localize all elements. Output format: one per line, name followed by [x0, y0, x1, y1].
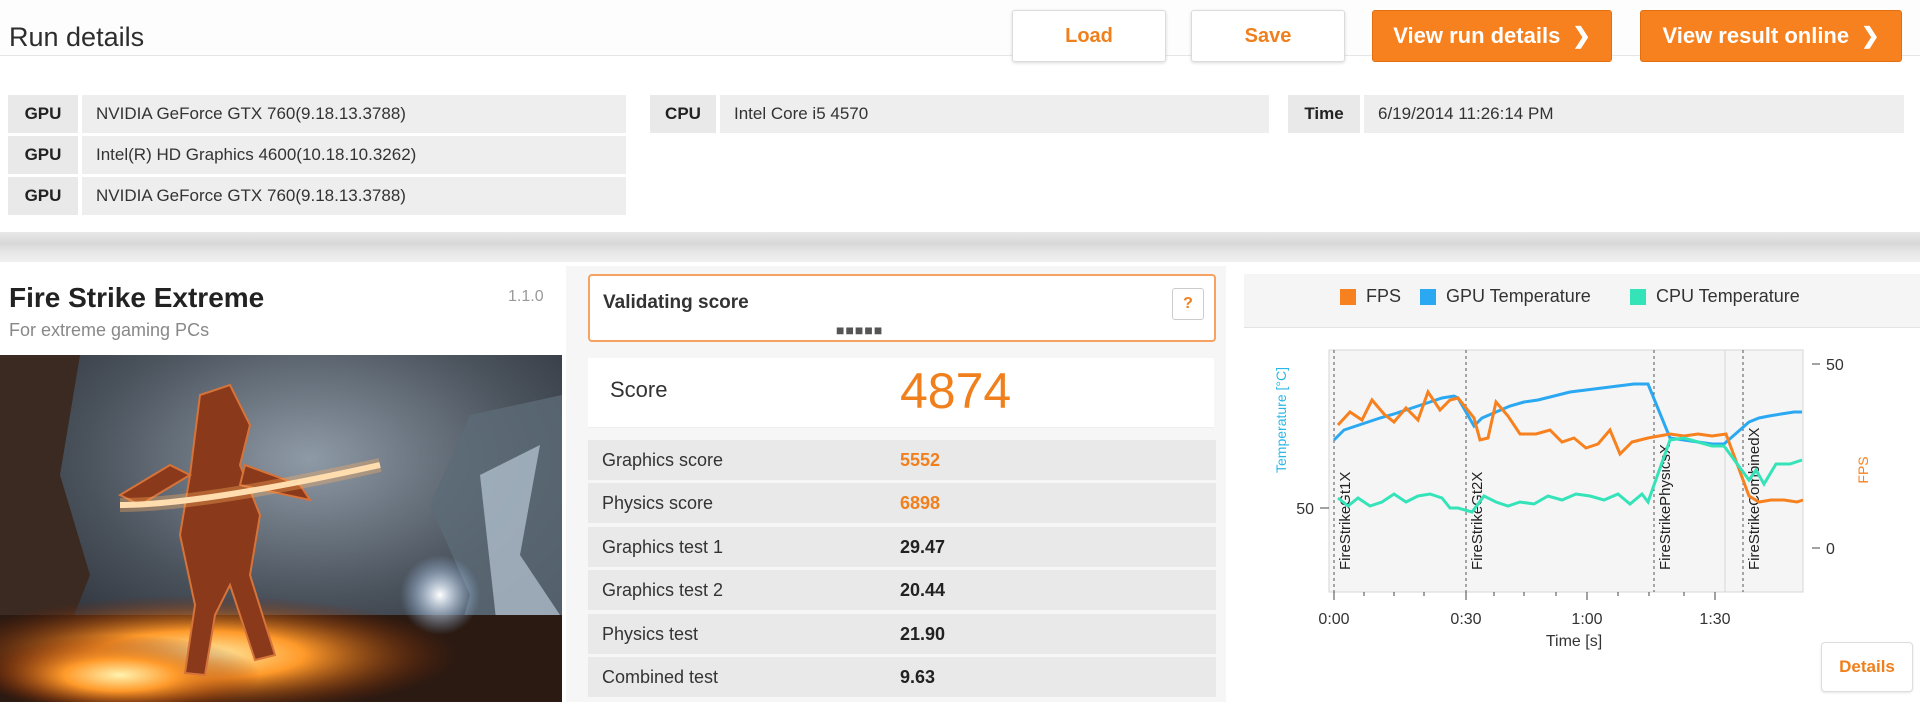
chevron-right-icon: ❯	[1861, 23, 1880, 48]
cpu-row: CPU Intel Core i5 4570	[650, 95, 1269, 133]
subscore-label: Graphics test 2	[602, 580, 724, 600]
x-tick-label: 0:00	[1318, 611, 1349, 628]
subscore-value: 20.44	[900, 580, 946, 600]
legend-item-fps[interactable]: FPS	[1340, 286, 1401, 307]
gpu-label: GPU	[8, 136, 78, 174]
benchmark-subtitle: For extreme gaming PCs	[9, 320, 210, 340]
help-button[interactable]: ?	[1172, 288, 1204, 320]
x-tick-label: 0:30	[1450, 611, 1481, 628]
save-label: Save	[1244, 24, 1292, 47]
page-title: Run details	[9, 22, 145, 52]
save-button[interactable]: Save	[1191, 10, 1345, 62]
time-row: Time 6/19/2014 11:26:14 PM	[1288, 95, 1904, 133]
score-label: Score	[610, 377, 668, 402]
legend-item-gpu-temperature[interactable]: GPU Temperature	[1420, 286, 1591, 307]
y-left-tick-label: 50	[1296, 501, 1314, 518]
gpu-value: NVIDIA GeForce GTX 760(9.18.13.3788)	[82, 177, 626, 215]
x-tick-label: 1:30	[1699, 611, 1730, 628]
validation-progress: ■■■■■	[836, 322, 884, 338]
gpu-label: GPU	[8, 177, 78, 215]
legend-label: FPS	[1366, 286, 1402, 306]
plot-area-ext	[1724, 349, 1804, 593]
legend-item-cpu-temperature[interactable]: CPU Temperature	[1630, 286, 1800, 307]
score-value: 4874	[900, 363, 1012, 419]
benchmark-artwork	[0, 355, 562, 702]
view-result-online-button[interactable]: View result online ❯	[1640, 10, 1902, 62]
view-result-online-label: View result online	[1662, 23, 1850, 48]
benchmark-version: 1.1.0	[508, 288, 544, 305]
segment-label: FireStrikeGt2X	[1469, 472, 1486, 570]
subscore-label: Combined test	[602, 667, 719, 687]
gpu-temperature-swatch-icon	[1420, 288, 1436, 305]
validation-title: Validating score	[603, 292, 749, 313]
legend-label: GPU Temperature	[1446, 286, 1591, 306]
y-right-tick-label: 50	[1826, 357, 1844, 374]
fps-swatch-icon	[1340, 288, 1356, 305]
subscore-value: 6898	[900, 493, 941, 513]
x-axis-label: Time [s]	[1546, 633, 1602, 650]
segment-label: FireStrikePhysicsX	[1657, 444, 1674, 570]
view-run-details-label: View run details	[1393, 23, 1561, 48]
gpu-row-2: GPU Intel(R) HD Graphics 4600(10.18.10.3…	[8, 136, 626, 174]
chevron-right-icon: ❯	[1572, 23, 1591, 48]
subscore-value: 9.63	[900, 667, 936, 687]
details-button[interactable]: Details	[1821, 642, 1913, 692]
y-right-tick-label: 0	[1826, 541, 1835, 558]
segment-label: FireStrikeGt1X	[1337, 472, 1354, 570]
time-label: Time	[1288, 95, 1360, 133]
cpu-temperature-swatch-icon	[1630, 288, 1646, 305]
monitoring-chart: 0:00 0:30 1:00 1:30 Time [s] 50 Temperat…	[1273, 349, 1871, 650]
gpu-label: GPU	[8, 95, 78, 133]
benchmark-artwork-image	[0, 355, 562, 702]
load-label: Load	[1065, 24, 1113, 47]
subscore-label: Physics score	[602, 493, 714, 513]
load-button[interactable]: Load	[1012, 10, 1166, 62]
legend-label: CPU Temperature	[1656, 286, 1800, 306]
subscore-label: Physics test	[602, 624, 699, 644]
subscore-value: 21.90	[900, 624, 946, 644]
x-tick-label: 1:00	[1571, 611, 1602, 628]
cpu-label: CPU	[650, 95, 716, 133]
cpu-value: Intel Core i5 4570	[720, 95, 1269, 133]
gpu-value: NVIDIA GeForce GTX 760(9.18.13.3788)	[82, 95, 626, 133]
gpu-value: Intel(R) HD Graphics 4600(10.18.10.3262)	[82, 136, 626, 174]
subscore-value: 5552	[900, 450, 941, 470]
subscore-label: Graphics test 1	[602, 537, 724, 557]
title-bar	[0, 0, 1920, 56]
subscore-label: Graphics score	[602, 450, 724, 470]
view-run-details-button[interactable]: View run details ❯	[1372, 10, 1612, 62]
benchmark-title: Fire Strike Extreme	[9, 282, 265, 313]
y-left-axis-label: Temperature [°C]	[1273, 367, 1289, 473]
gpu-row-1: GPU NVIDIA GeForce GTX 760(9.18.13.3788)	[8, 95, 626, 133]
gpu-row-3: GPU NVIDIA GeForce GTX 760(9.18.13.3788)	[8, 177, 626, 215]
subscore-value: 29.47	[900, 537, 946, 557]
time-value: 6/19/2014 11:26:14 PM	[1364, 95, 1904, 133]
y-right-axis-label: FPS	[1855, 456, 1871, 483]
section-divider	[0, 232, 1920, 262]
